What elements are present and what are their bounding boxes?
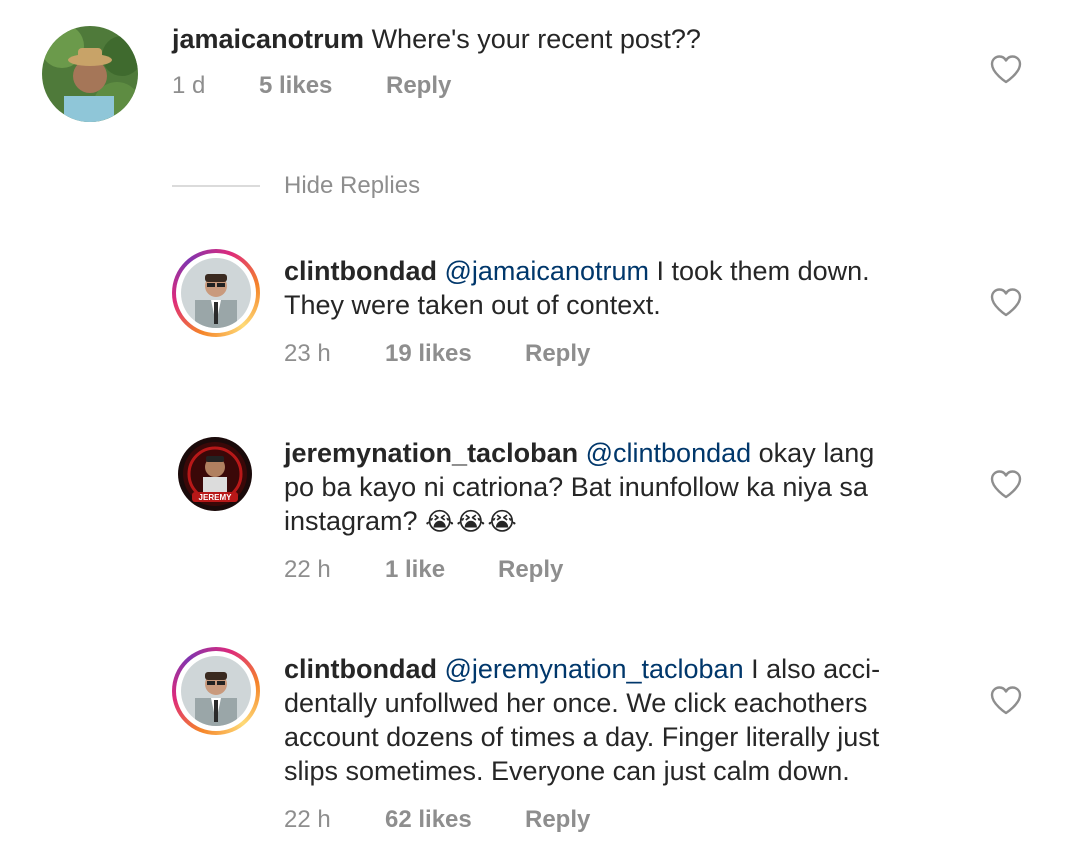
comment-body-line: I took them down. (656, 256, 870, 286)
mention-link[interactable]: @jamaicanotrum (445, 256, 649, 286)
crying-emoji-icon: 😭😭😭 (425, 508, 519, 536)
avatar-story-ring[interactable] (172, 647, 260, 735)
reply-button[interactable]: Reply (386, 72, 451, 100)
comment-body-line: I also acci- (751, 654, 881, 684)
comment-body-line: po ba kayo ni catriona? Bat inunfollow k… (284, 472, 868, 502)
avatar-badge-text: JEREMY (199, 493, 233, 502)
comment-text: clintbondad @jeremynation_tacloban I als… (284, 652, 880, 788)
heart-outline-icon[interactable] (989, 685, 1023, 715)
heart-outline-icon[interactable] (989, 469, 1023, 499)
avatar[interactable] (42, 26, 138, 122)
comment-body-line: account dozens of times a day. Finger li… (284, 722, 880, 752)
mention-link[interactable]: @jeremynation_tacloban (445, 654, 744, 684)
timestamp: 23 h (284, 340, 331, 367)
comment-body-line: They were taken out of context. (284, 290, 661, 320)
likes-count[interactable]: 62 likes (385, 806, 525, 834)
username[interactable]: jeremynation_tacloban (284, 438, 578, 468)
comment-text: jeremynation_tacloban @clintbondad okay … (284, 436, 874, 539)
comment-meta: 1 d 5 likes Reply (172, 72, 451, 100)
reply-button[interactable]: Reply (498, 556, 563, 584)
avatar[interactable]: JEREMY (178, 437, 252, 511)
mention-link[interactable]: @clintbondad (586, 438, 752, 468)
timestamp: 22 h (284, 806, 331, 833)
comment-meta: 22 h 1 like Reply (284, 556, 563, 584)
likes-count[interactable]: 1 like (385, 556, 498, 584)
reply-button[interactable]: Reply (525, 340, 590, 368)
reply-button[interactable]: Reply (525, 806, 590, 834)
avatar (181, 656, 251, 726)
comment-body-line: dentally unfollwed her once. We click ea… (284, 688, 868, 718)
likes-count[interactable]: 5 likes (259, 72, 386, 100)
username[interactable]: clintbondad (284, 256, 437, 286)
timestamp: 22 h (284, 556, 331, 583)
avatar-story-ring[interactable] (172, 249, 260, 337)
timestamp: 1 d (172, 72, 206, 99)
comment-text: clintbondad @jamaicanotrum I took them d… (284, 254, 870, 322)
divider-line (172, 185, 260, 187)
avatar (181, 258, 251, 328)
comment-meta: 23 h 19 likes Reply (284, 340, 590, 368)
comment-text: jamaicanotrum Where's your recent post?? (172, 22, 701, 56)
comment-body-line: okay lang (758, 438, 875, 468)
heart-outline-icon[interactable] (989, 287, 1023, 317)
username[interactable]: clintbondad (284, 654, 437, 684)
likes-count[interactable]: 19 likes (385, 340, 525, 368)
hide-replies-label[interactable]: Hide Replies (284, 172, 420, 200)
username[interactable]: jamaicanotrum (172, 24, 364, 54)
heart-outline-icon[interactable] (989, 54, 1023, 84)
comment-body-line: instagram? (284, 506, 418, 536)
comment-body: Where's your recent post?? (371, 24, 701, 54)
comment-meta: 22 h 62 likes Reply (284, 806, 590, 834)
comment-body-line: slips sometimes. Everyone can just calm … (284, 756, 850, 786)
hide-replies-toggle[interactable]: Hide Replies (172, 172, 420, 200)
